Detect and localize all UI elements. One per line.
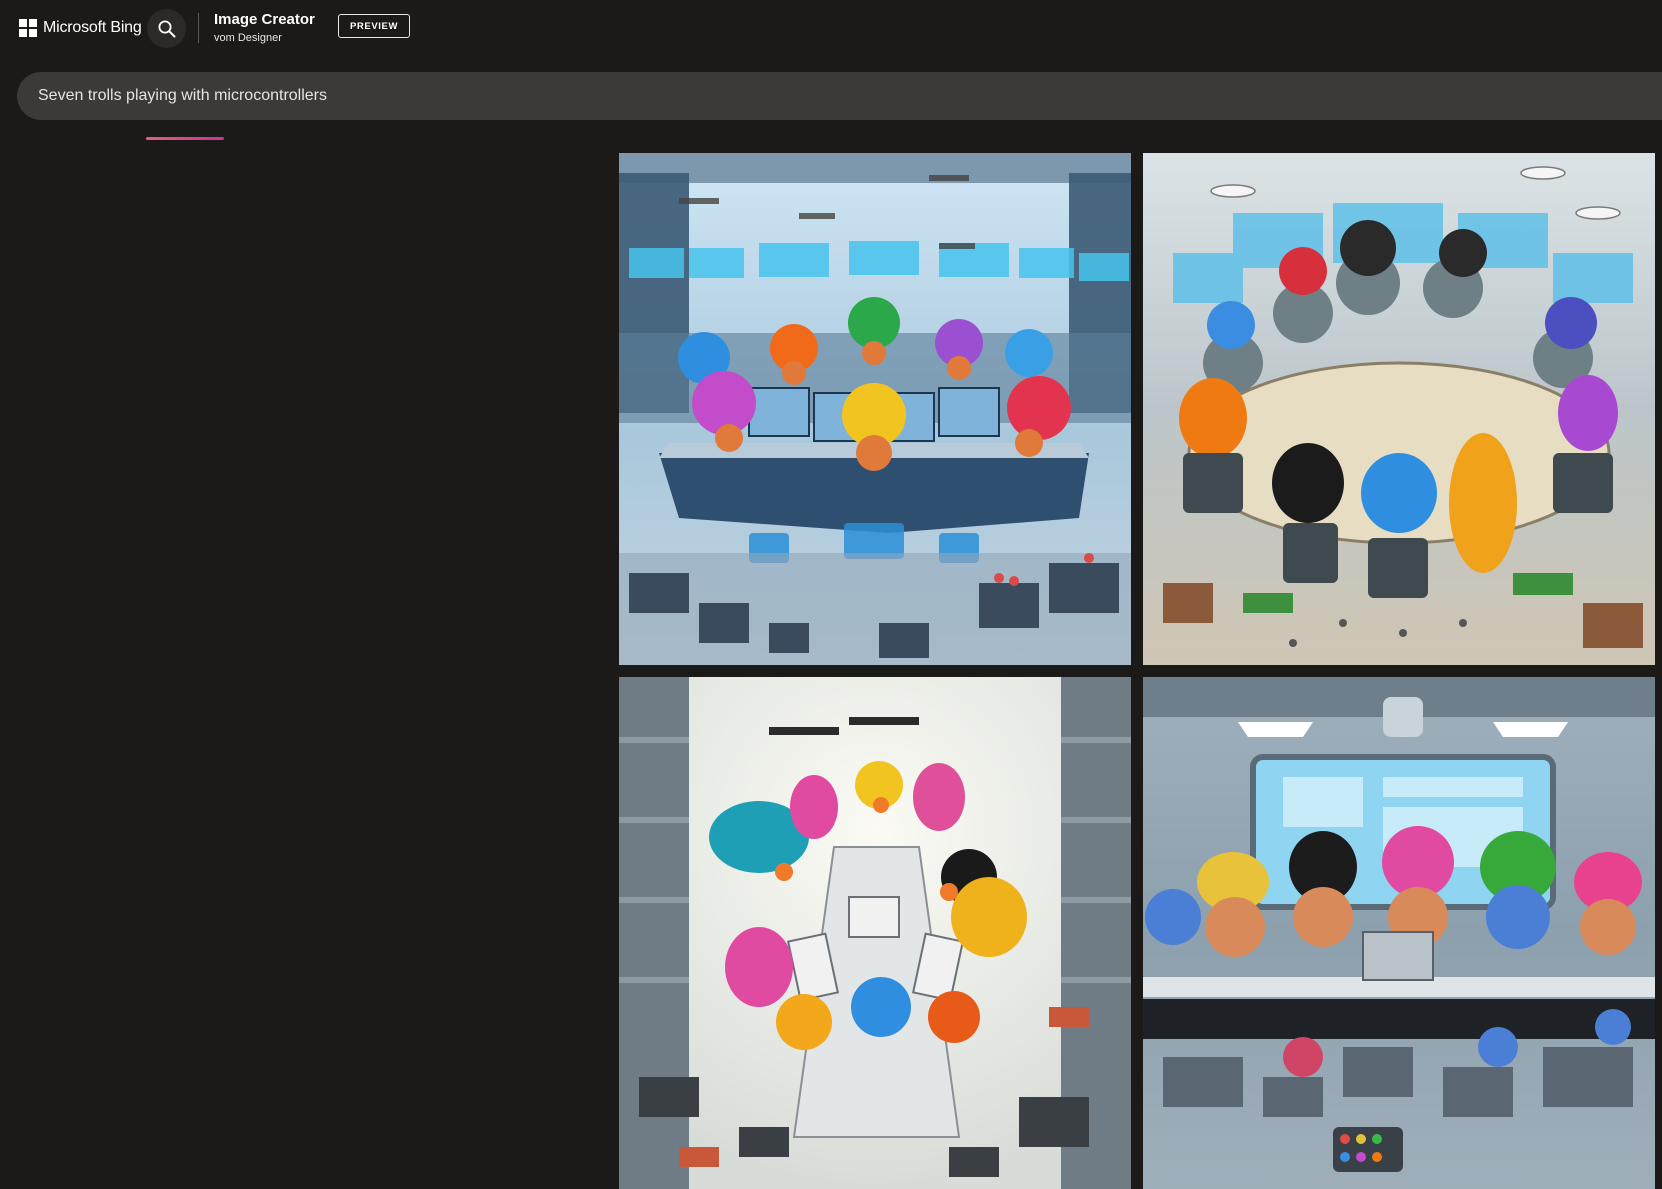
- top-header: Microsoft Bing Image Creator vom Designe…: [0, 0, 1662, 56]
- product-subtitle: vom Designer: [214, 32, 282, 44]
- result-image-1[interactable]: [619, 153, 1131, 665]
- loading-accent-bar: [146, 137, 224, 140]
- prompt-input[interactable]: [38, 72, 1538, 120]
- preview-badge: PREVIEW: [338, 14, 411, 38]
- product-name-link[interactable]: Image Creator vom Designer: [214, 11, 315, 45]
- result-image-2[interactable]: [1143, 153, 1655, 665]
- microsoft-logo-icon: [19, 19, 37, 37]
- prompt-bar: [17, 72, 1662, 120]
- header-divider: [198, 13, 199, 43]
- brand-name: Microsoft Bing: [43, 19, 142, 36]
- result-image-3[interactable]: [619, 677, 1131, 1189]
- product-title: Image Creator: [214, 11, 315, 28]
- bing-home-link[interactable]: Microsoft Bing: [19, 17, 142, 39]
- search-icon: [158, 20, 175, 37]
- result-image-4[interactable]: [1143, 677, 1655, 1189]
- search-button[interactable]: [147, 9, 186, 48]
- image-creator-page: Microsoft Bing Image Creator vom Designe…: [0, 0, 1662, 1189]
